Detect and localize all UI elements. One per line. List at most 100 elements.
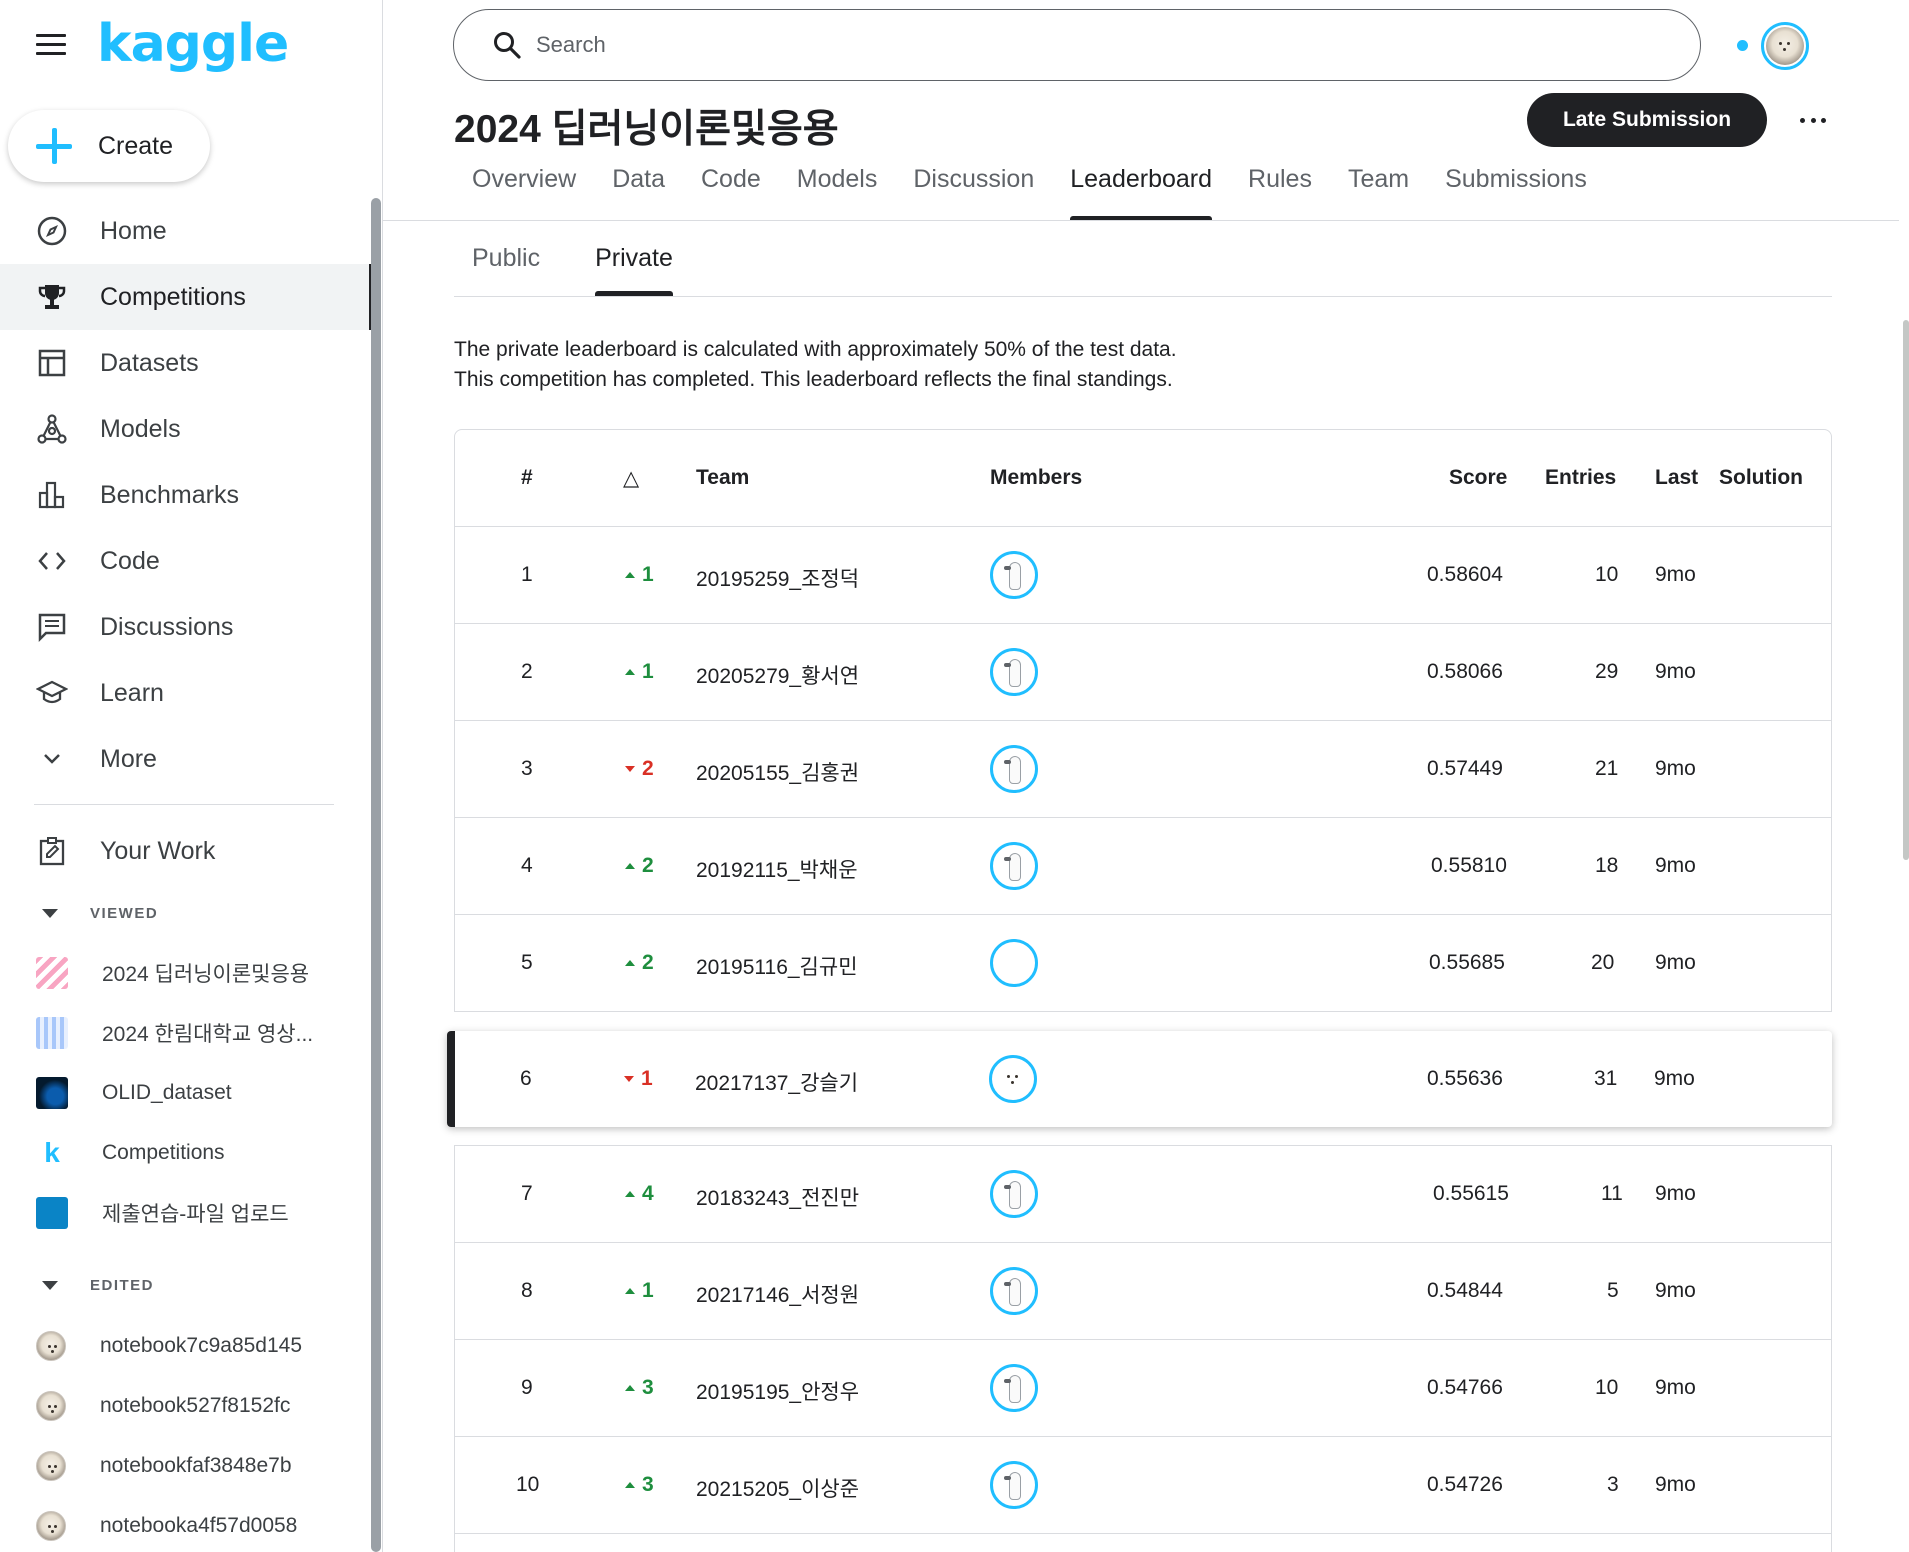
member-avatar[interactable] xyxy=(990,1170,1038,1218)
team-name[interactable]: 20183243_전진만 xyxy=(696,1182,859,1212)
member-avatar[interactable] xyxy=(990,648,1038,696)
sidebar-item-label: Learn xyxy=(100,678,164,707)
search-bar[interactable]: Search xyxy=(453,9,1701,81)
recent-item-label: 2024 딥러닝이론및응용 xyxy=(102,963,310,986)
user-avatar xyxy=(36,1331,66,1361)
competition-tabs: Overview Data Code Models Discussion Lea… xyxy=(454,165,1605,221)
sidebar: kaggle Create Home Competitions Datasets xyxy=(0,0,383,1552)
tab-team[interactable]: Team xyxy=(1348,165,1409,221)
recent-item[interactable]: notebook7c9a85d145 xyxy=(0,1316,370,1376)
tab-leaderboard[interactable]: Leaderboard xyxy=(1070,165,1212,221)
score-cell: 0.55636 xyxy=(1427,1067,1503,1090)
sidebar-item-models[interactable]: Models xyxy=(0,396,370,462)
team-name[interactable]: 20217137_강슬기 xyxy=(695,1067,858,1097)
team-name[interactable]: 20195259_조정덕 xyxy=(696,563,859,593)
team-name[interactable]: 20205279_황서연 xyxy=(696,660,859,690)
header-rank: # xyxy=(521,466,533,489)
recent-item-label: notebook7c9a85d145 xyxy=(100,1334,303,1357)
table-row[interactable]: 8 1 20217146_서정원 0.54844 5 9mo xyxy=(455,1243,1831,1340)
sidebar-item-learn[interactable]: Learn xyxy=(0,660,370,726)
trophy-icon xyxy=(34,279,70,315)
entries-cell: 20 xyxy=(1591,951,1615,974)
table-row[interactable]: 7 4 20183243_전진만 0.55615 11 9mo xyxy=(455,1146,1831,1243)
table-row[interactable]: 1 1 20195259_조정덕 0.58604 10 9mo xyxy=(455,527,1831,624)
sidebar-item-competitions[interactable]: Competitions xyxy=(0,264,373,330)
team-name[interactable]: 20195195_안정우 xyxy=(696,1376,859,1406)
sidebar-item-label: Discussions xyxy=(100,612,234,641)
late-submission-button[interactable]: Late Submission xyxy=(1527,93,1767,147)
recent-item[interactable]: 2024 한림대학교 영상... xyxy=(0,1003,370,1063)
recent-item-label: Competitions xyxy=(102,1141,225,1164)
more-options-icon[interactable] xyxy=(1800,108,1826,132)
tab-private[interactable]: Private xyxy=(595,244,673,296)
sidebar-scrollbar[interactable] xyxy=(371,198,381,1552)
recent-item[interactable]: OLID_dataset xyxy=(0,1063,370,1123)
tab-rules[interactable]: Rules xyxy=(1248,165,1312,221)
competition-thumbnail xyxy=(36,1197,68,1229)
table-icon xyxy=(34,345,70,381)
member-avatar[interactable] xyxy=(990,1267,1038,1315)
sidebar-item-benchmarks[interactable]: Benchmarks xyxy=(0,462,370,528)
member-avatar[interactable] xyxy=(990,842,1038,890)
sidebar-item-discussions[interactable]: Discussions xyxy=(0,594,370,660)
entries-cell: 31 xyxy=(1594,1067,1618,1090)
menu-icon[interactable] xyxy=(36,34,66,58)
recent-item[interactable]: notebookfaf3848e7b xyxy=(0,1436,370,1496)
team-name[interactable]: 20215205_이상준 xyxy=(696,1473,859,1503)
last-cell: 9mo xyxy=(1655,1473,1696,1496)
table-row[interactable]: 5 2 20195116_김규민 0.55685 20 9mo xyxy=(455,915,1831,1012)
member-avatar[interactable] xyxy=(990,1461,1038,1509)
member-avatar[interactable] xyxy=(990,551,1038,599)
page-scrollbar[interactable] xyxy=(1903,320,1909,860)
sidebar-item-datasets[interactable]: Datasets xyxy=(0,330,370,396)
entries-cell: 5 xyxy=(1607,1279,1619,1302)
info-line: This competition has completed. This lea… xyxy=(454,368,1173,391)
recent-item[interactable]: k Competitions xyxy=(0,1123,370,1183)
tab-overview[interactable]: Overview xyxy=(472,165,576,221)
tab-code[interactable]: Code xyxy=(701,165,761,221)
header-solution: Solution xyxy=(1719,466,1803,489)
tab-public[interactable]: Public xyxy=(472,244,540,296)
school-icon xyxy=(34,675,70,711)
member-avatar[interactable] xyxy=(989,1055,1037,1103)
tab-data[interactable]: Data xyxy=(612,165,665,221)
viewed-section-toggle[interactable]: VIEWED xyxy=(34,905,158,922)
recent-item[interactable]: 2024 딥러닝이론및응용 xyxy=(0,943,370,1003)
recent-item-label: notebooka4f57d0058 xyxy=(100,1514,298,1537)
table-row[interactable]: 10 3 20215205_이상준 0.54726 3 9mo xyxy=(455,1437,1831,1534)
recent-item[interactable]: 제출연습-파일 업로드 xyxy=(0,1183,370,1243)
sidebar-item-more[interactable]: More xyxy=(0,726,370,792)
sidebar-item-code[interactable]: Code xyxy=(0,528,370,594)
table-row-current-user[interactable]: 6 1 20217137_강슬기 0.55636 31 9mo xyxy=(447,1031,1832,1127)
sidebar-item-label: Competitions xyxy=(100,282,246,311)
rank-cell: 6 xyxy=(520,1067,532,1090)
search-input[interactable]: Search xyxy=(536,32,606,58)
edited-section-toggle[interactable]: EDITED xyxy=(34,1277,154,1294)
table-row[interactable]: 3 2 20205155_김홍권 0.57449 21 9mo xyxy=(455,721,1831,818)
sidebar-item-your-work[interactable]: Your Work xyxy=(0,818,370,884)
header-members: Members xyxy=(990,466,1083,489)
sidebar-item-home[interactable]: Home xyxy=(0,198,370,264)
team-name[interactable]: 20205155_김홍권 xyxy=(696,757,859,787)
tab-discussion[interactable]: Discussion xyxy=(913,165,1034,221)
team-name[interactable]: 20192115_박채운 xyxy=(696,854,858,884)
member-avatar[interactable] xyxy=(990,939,1038,987)
team-name[interactable]: 20195116_김규민 xyxy=(696,951,858,981)
tab-models[interactable]: Models xyxy=(797,165,878,221)
table-row[interactable]: 9 3 20195195_안정우 0.54766 10 9mo xyxy=(455,1340,1831,1437)
create-button[interactable]: Create xyxy=(8,110,210,182)
profile-avatar[interactable] xyxy=(1761,22,1809,70)
member-avatar[interactable] xyxy=(990,745,1038,793)
kaggle-logo[interactable]: kaggle xyxy=(97,14,289,74)
member-avatar[interactable] xyxy=(990,1364,1038,1412)
tab-submissions[interactable]: Submissions xyxy=(1445,165,1587,221)
recent-item[interactable]: notebook527f8152fc xyxy=(0,1376,370,1436)
recent-item[interactable]: notebooka4f57d0058 xyxy=(0,1496,370,1552)
sidebar-item-label: Your Work xyxy=(100,836,216,865)
rank-cell: 3 xyxy=(521,757,533,780)
header-score[interactable]: Score xyxy=(1449,466,1507,490)
rank-delta: 2 xyxy=(625,757,654,781)
team-name[interactable]: 20217146_서정원 xyxy=(696,1279,859,1309)
table-row[interactable]: 4 2 20192115_박채운 0.55810 18 9mo xyxy=(455,818,1831,915)
table-row[interactable]: 2 1 20205279_황서연 0.58066 29 9mo xyxy=(455,624,1831,721)
